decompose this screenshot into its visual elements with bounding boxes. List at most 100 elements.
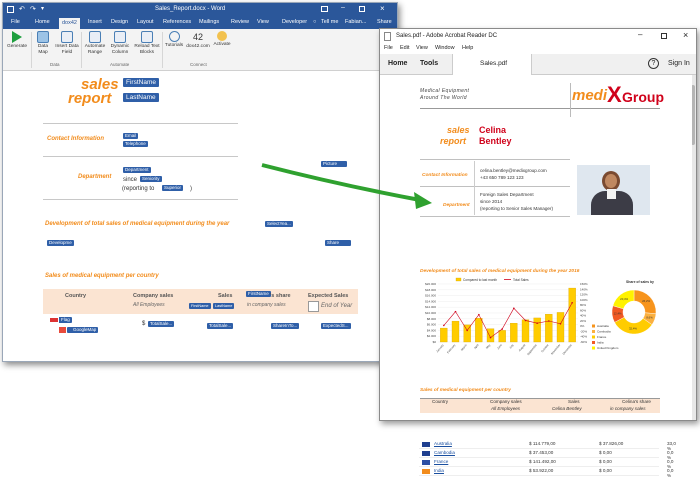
dynamic-column-icon [114,31,126,43]
tab-insert[interactable]: Insert [88,19,102,25]
y2-tick-label: 150% [580,282,588,286]
tab-dox42[interactable]: dox42 [59,18,80,29]
tools-tab[interactable]: Tools [420,60,438,67]
menu-file[interactable]: File [384,45,393,51]
tab-design[interactable]: Design [111,19,128,25]
pdf-page[interactable]: Medical Equipment Around The World medi … [380,75,692,420]
tab-home[interactable]: Home [35,19,50,25]
share-firstname-field[interactable]: FirstName [246,291,271,297]
insert-data-field-button[interactable]: Insert Data Field [54,31,80,56]
share-in-total-field[interactable]: ShareInTo... [271,323,300,329]
help-icon [168,31,180,42]
tutorials-button[interactable]: Tutorials [163,31,185,49]
dox42-com-button[interactable]: 42 dox42.com [186,31,210,50]
maximize-icon[interactable] [359,6,365,12]
customize-icon[interactable]: ▾ [41,5,44,12]
pdf-last-name: Bentley [479,136,512,146]
y-tick-label: $18.000 [425,288,436,292]
save-icon[interactable] [7,6,14,13]
data-map-button[interactable]: Data Map [33,31,53,56]
tab-mailings[interactable]: Mailings [199,19,219,25]
tab-layout[interactable]: Layout [137,19,154,25]
monthly-sales-chart: Compared to last month Total Sales $0 $2.00… [425,277,588,356]
x-tick-label: March [460,343,468,352]
dynamic-column-button[interactable]: Dynamic Column [108,31,132,56]
department-field[interactable]: Department [123,167,151,173]
minimize-icon[interactable]: – [638,30,642,39]
reload-text-blocks-button[interactable]: Reload Text Blocks [133,31,161,56]
share-button[interactable]: Share [377,19,392,25]
seniority-field[interactable]: Seniority [140,176,162,182]
superior-field[interactable]: Superior [162,185,184,191]
help-icon[interactable]: ? [648,58,659,69]
reporting-to-text: (reporting to [122,186,155,192]
table-row: Australia $ 114.779,00 $ 37.826,00 33,0 % [419,440,676,451]
tell-me-field[interactable]: Tell me [321,19,338,25]
close-icon[interactable]: × [380,4,385,13]
x-tick-label: November [550,343,561,356]
tab-developer[interactable]: Developer [282,19,307,25]
profile-photo [577,165,650,215]
lightbulb-icon: ○ [313,19,317,25]
y-tick-label: $20.000 [425,282,436,286]
chart-area: Compared to last month Total Sales $0 $2.00… [425,277,657,356]
development-chart-field[interactable]: Developme [47,240,74,246]
y2-tick-label: -40% [580,335,587,339]
close-icon[interactable]: × [683,30,688,40]
menu-window[interactable]: Window [435,45,455,51]
generate-button[interactable]: Generate [5,31,29,50]
legend-swatch [455,277,462,282]
automate-range-icon [89,31,101,43]
menu-help[interactable]: Help [462,45,473,51]
maximize-icon[interactable] [661,33,667,39]
pct-point [489,336,492,339]
company-sales-value: $ 141.492,00 [529,459,556,464]
totalsales-field-1[interactable]: TotalSale... [148,321,175,327]
tutorials-label: Tutorials [164,43,184,48]
automate-range-label: Automate Range [84,44,106,55]
col-country: Country [65,293,87,299]
close-paren: ) [190,186,192,192]
picture-field[interactable]: Picture [321,161,347,167]
redo-icon[interactable]: ↷ [30,5,36,13]
sign-in-button[interactable]: Sign In [668,60,690,67]
telephone-field[interactable]: Telephone [123,141,148,147]
y-tick-label: $10.000 [425,311,436,315]
col-lastname-field[interactable]: LastName [213,303,235,309]
undo-icon[interactable]: ↶ [19,5,25,13]
select-year-field[interactable]: SelectYea... [265,221,293,227]
department-label: Department [78,174,112,180]
x-tick-label: August [518,343,527,352]
tab-review[interactable]: Review [231,19,249,25]
restore-icon[interactable] [321,6,328,12]
tab-file[interactable]: File [11,19,20,25]
share-value: 0,0 % [667,450,674,460]
googlemap-field[interactable]: GoogleMap [67,327,99,333]
user-name[interactable]: Fabian... [345,19,366,25]
share-chart-field[interactable]: Share [325,240,351,246]
menu-edit[interactable]: Edit [400,45,409,51]
divider [420,186,570,187]
expected-sales-field[interactable]: ExpectedS... [321,323,351,329]
pdf-by-country-heading: Sales of medical equipment per country [420,388,511,393]
totalsales-field-2[interactable]: TotalSale... [207,323,234,329]
bar [498,330,506,343]
word-document[interactable]: sales report FirstName LastName Contact … [3,71,397,361]
tab-view[interactable]: View [257,19,269,25]
pdf-email: celina.bentley@medixgroup.com [480,168,547,173]
automate-range-button[interactable]: Automate Range [83,31,107,56]
firstname-field[interactable]: FirstName [123,78,159,87]
email-field[interactable]: Email [123,133,139,139]
tab-references[interactable]: References [163,19,191,25]
menu-view[interactable]: View [416,45,428,51]
activate-button[interactable]: Activate [211,31,233,48]
col-firstname-field[interactable]: FirstName [189,303,211,309]
lastname-field[interactable]: LastName [123,93,159,102]
col-end-of-year: End of Year [321,303,353,309]
minimize-icon[interactable]: – [341,4,345,11]
bar [440,327,448,343]
pie-legend-swatch [592,335,595,339]
pct-point [559,322,562,325]
home-tab[interactable]: Home [388,60,407,67]
pie-title: Share of sales by [626,280,654,284]
